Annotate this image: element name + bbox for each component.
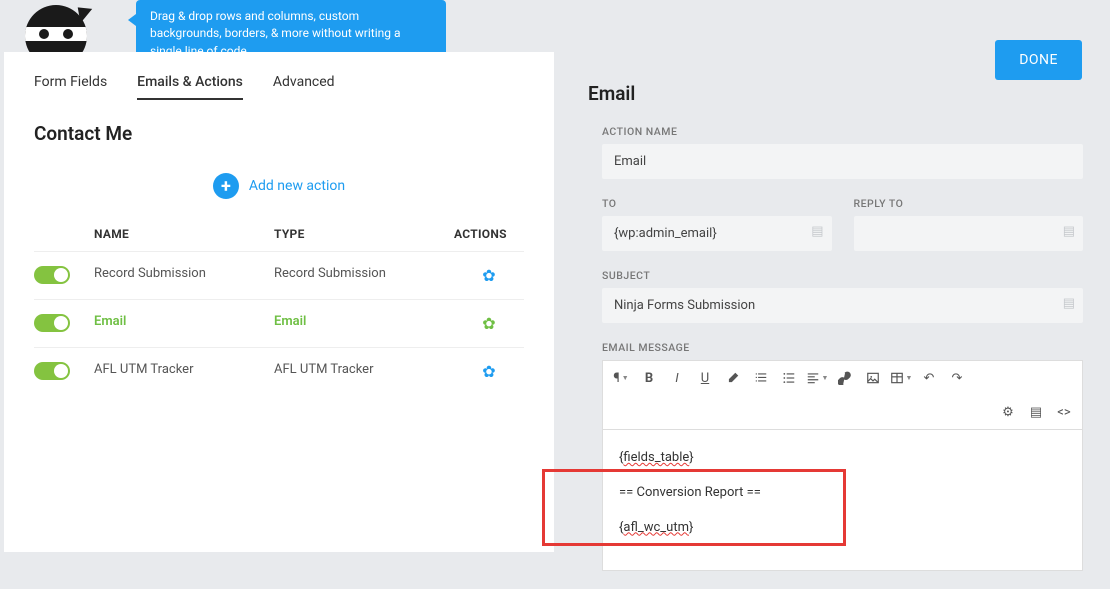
- eraser-icon[interactable]: [719, 365, 747, 391]
- undo-icon[interactable]: ↶: [915, 365, 943, 391]
- gear-icon[interactable]: ✿: [454, 266, 524, 285]
- to-input[interactable]: [602, 216, 832, 251]
- tab-advanced[interactable]: Advanced: [273, 74, 335, 100]
- bold-icon[interactable]: B: [635, 365, 663, 391]
- row-name[interactable]: AFL UTM Tracker: [94, 362, 274, 377]
- ordered-list-icon[interactable]: [747, 365, 775, 391]
- tab-form-fields[interactable]: Form Fields: [34, 74, 107, 100]
- merge-tag-icon[interactable]: ▤: [1063, 296, 1075, 311]
- italic-icon[interactable]: I: [663, 365, 691, 391]
- code-view-icon[interactable]: <>: [1050, 399, 1078, 425]
- row-type: Record Submission: [274, 266, 454, 281]
- email-message-label: EMAIL MESSAGE: [602, 341, 1083, 354]
- left-panel: Form Fields Emails & Actions Advanced Co…: [4, 52, 554, 552]
- col-name: NAME: [94, 227, 274, 241]
- table-row: Record Submission Record Submission ✿: [34, 251, 524, 299]
- email-message-editor[interactable]: {fields_table} == Conversion Report == {…: [602, 429, 1083, 571]
- row-name[interactable]: Record Submission: [94, 266, 274, 281]
- form-title: Contact Me: [34, 122, 524, 145]
- merge-tags-icon[interactable]: ⚙: [994, 399, 1022, 425]
- table-row: AFL UTM Tracker AFL UTM Tracker ✿: [34, 347, 524, 395]
- align-icon[interactable]: ▼: [803, 365, 831, 391]
- tab-emails-actions[interactable]: Emails & Actions: [137, 74, 243, 100]
- add-action-label: Add new action: [249, 178, 345, 194]
- editor-toolbar-secondary: ⚙ ▤ <>: [602, 395, 1083, 429]
- action-name-input[interactable]: [602, 144, 1083, 179]
- underline-icon[interactable]: U: [691, 365, 719, 391]
- col-type: TYPE: [274, 227, 454, 241]
- subject-label: SUBJECT: [602, 269, 1083, 282]
- row-type: Email: [274, 314, 454, 329]
- merge-tag-icon[interactable]: ▤: [1063, 224, 1075, 239]
- panel-title: Email: [588, 82, 1083, 105]
- tabs: Form Fields Emails & Actions Advanced: [34, 74, 524, 100]
- plus-icon: +: [213, 173, 239, 199]
- ninja-logo: [25, 0, 105, 48]
- done-button[interactable]: DONE: [995, 40, 1082, 80]
- unordered-list-icon[interactable]: [775, 365, 803, 391]
- table-row: Email Email ✿: [34, 299, 524, 347]
- row-type: AFL UTM Tracker: [274, 362, 454, 377]
- toggle-switch[interactable]: [34, 314, 70, 332]
- image-icon[interactable]: [859, 365, 887, 391]
- toggle-switch[interactable]: [34, 362, 70, 380]
- link-icon[interactable]: [831, 365, 859, 391]
- editor-toolbar: ¶▼ B I U ▼ ▼ ↶: [602, 360, 1083, 395]
- add-new-action[interactable]: + Add new action: [34, 173, 524, 199]
- merge-tag-icon[interactable]: ▤: [811, 224, 823, 239]
- paragraph-icon[interactable]: ¶▼: [607, 365, 635, 391]
- reply-to-input[interactable]: [854, 216, 1084, 251]
- row-name[interactable]: Email: [94, 314, 274, 329]
- col-actions: ACTIONS: [454, 227, 524, 241]
- gear-icon[interactable]: ✿: [454, 314, 524, 333]
- action-name-label: ACTION NAME: [602, 125, 1083, 138]
- actions-table: NAME TYPE ACTIONS Record Submission Reco…: [34, 217, 524, 395]
- toggle-switch[interactable]: [34, 266, 70, 284]
- table-icon[interactable]: ▼: [887, 365, 915, 391]
- to-label: TO: [602, 197, 832, 210]
- fullscreen-icon[interactable]: ▤: [1022, 399, 1050, 425]
- reply-to-label: REPLY TO: [854, 197, 1084, 210]
- subject-input[interactable]: [602, 288, 1083, 323]
- gear-icon[interactable]: ✿: [454, 362, 524, 381]
- redo-icon[interactable]: ↷: [943, 365, 971, 391]
- right-panel: Email ACTION NAME TO ▤ REPLY TO ▤ SUBJEC…: [588, 82, 1083, 589]
